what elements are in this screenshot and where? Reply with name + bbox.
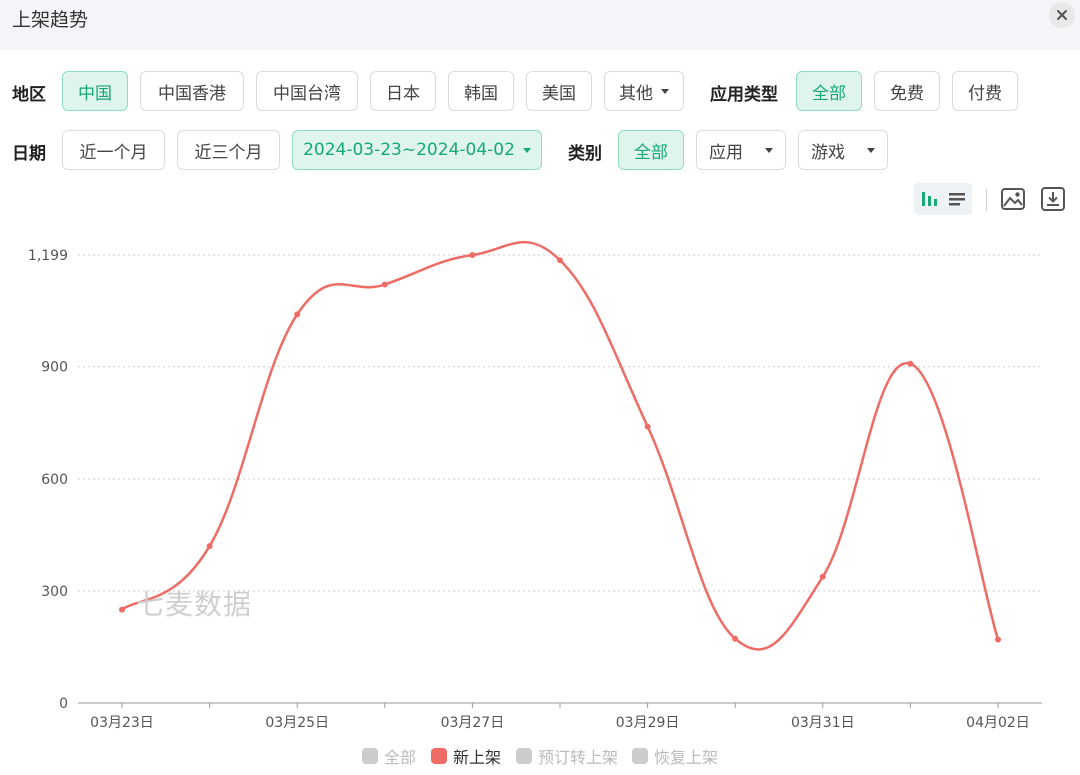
date-option-last-month[interactable]: 近一个月 — [62, 130, 165, 170]
data-point — [206, 543, 213, 550]
dialog-header: 上架趋势 — [0, 0, 1080, 50]
y-tick-label: 0 — [59, 696, 68, 712]
data-point — [995, 636, 1001, 643]
legend-swatch — [431, 748, 447, 764]
close-button[interactable] — [1049, 2, 1075, 28]
y-tick-label: 600 — [41, 472, 68, 488]
chart-toolbar — [0, 183, 1080, 217]
region-option-hongkong[interactable]: 中国香港 — [140, 71, 244, 111]
legend-item-preorder-to-listing[interactable]: 预订转上架 — [516, 744, 618, 768]
dialog-title: 上架趋势 — [12, 9, 89, 31]
region-option-korea[interactable]: 韩国 — [448, 71, 514, 111]
filter-row-date: 日期 近一个月 近三个月 2024-03-23~2024-04-02 类别 全部… — [0, 130, 1080, 170]
app-type-label: 应用类型 — [710, 85, 778, 105]
legend-label: 恢复上架 — [654, 748, 719, 767]
bar-chart-icon — [922, 192, 937, 206]
app-type-option-paid[interactable]: 付费 — [952, 71, 1018, 111]
legend-swatch — [516, 748, 532, 764]
region-option-taiwan[interactable]: 中国台湾 — [256, 71, 358, 111]
data-point — [381, 281, 388, 288]
date-option-last-three-months[interactable]: 近三个月 — [177, 130, 280, 170]
watermark: 七麦数据 — [136, 588, 253, 621]
legend-swatch — [632, 748, 648, 764]
app-type-option-free[interactable]: 免费 — [874, 71, 940, 111]
toolbar-divider — [986, 189, 987, 211]
category-apps-label: 应用 — [709, 142, 743, 163]
chevron-down-icon — [661, 88, 669, 94]
download-button[interactable] — [1040, 186, 1066, 212]
legend-label: 预订转上架 — [538, 748, 619, 767]
app-type-option-all[interactable]: 全部 — [796, 71, 862, 111]
data-point — [732, 635, 739, 642]
x-tick-label: 03月31日 — [791, 715, 855, 731]
download-icon — [1041, 187, 1065, 211]
region-other-label: 其他 — [619, 83, 653, 104]
date-label: 日期 — [12, 144, 46, 164]
region-label: 地区 — [12, 85, 46, 105]
x-tick-label: 03月29日 — [616, 715, 680, 731]
legend-label: 全部 — [384, 748, 417, 767]
chevron-down-icon — [522, 147, 531, 153]
region-option-china[interactable]: 中国 — [62, 71, 128, 111]
list-icon — [949, 193, 965, 206]
data-point — [119, 606, 125, 613]
region-option-usa[interactable]: 美国 — [526, 71, 592, 111]
category-option-all[interactable]: 全部 — [618, 130, 684, 170]
data-point — [557, 257, 563, 264]
category-label: 类别 — [568, 144, 602, 164]
line-chart-svg: 0 300 600 900 1,199 03月23日 03月25日 03月27日 03月29日 0… — [28, 241, 1042, 731]
data-point — [294, 311, 301, 318]
category-option-apps-dropdown[interactable]: 应用 — [696, 130, 786, 170]
chevron-down-icon — [765, 147, 773, 153]
legend-item-new-listing[interactable]: 新上架 — [431, 744, 501, 768]
x-tick-label: 03月27日 — [441, 715, 505, 731]
save-image-button[interactable] — [1000, 186, 1026, 212]
date-range-picker[interactable]: 2024-03-23~2024-04-02 — [292, 130, 542, 170]
legend-item-all[interactable]: 全部 — [362, 744, 416, 768]
y-tick-label: 300 — [41, 584, 68, 600]
list-view-button[interactable] — [944, 186, 970, 212]
filter-row-region: 地区 中国 中国香港 中国台湾 日本 韩国 美国 其他 应用类型 全部 免费 付… — [0, 71, 1080, 111]
category-games-label: 游戏 — [811, 142, 845, 163]
legend-label: 新上架 — [453, 748, 502, 767]
data-point — [469, 252, 476, 258]
y-tick-label: 900 — [41, 360, 68, 376]
view-toggle — [914, 183, 972, 215]
chart-legend: 全部 新上架 预订转上架 恢复上架 — [0, 742, 1080, 768]
legend-item-restored-listing[interactable]: 恢复上架 — [632, 744, 718, 768]
category-option-games-dropdown[interactable]: 游戏 — [798, 130, 888, 170]
trend-chart: 0 300 600 900 1,199 03月23日 03月25日 03月27日 03月29日 0… — [0, 225, 1080, 735]
y-tick-label: 1,199 — [28, 248, 68, 264]
date-range-value: 2024-03-23~2024-04-02 — [303, 140, 515, 160]
legend-swatch — [362, 748, 378, 764]
data-point — [819, 573, 826, 580]
data-point — [644, 423, 651, 430]
x-tick-label: 03月23日 — [90, 715, 154, 731]
data-point — [907, 360, 914, 367]
x-tick-label: 04月02日 — [966, 715, 1030, 731]
region-option-other-dropdown[interactable]: 其他 — [604, 71, 684, 111]
region-option-japan[interactable]: 日本 — [370, 71, 436, 111]
close-icon — [1057, 10, 1067, 20]
series-line — [121, 241, 1000, 651]
chart-view-button[interactable] — [916, 186, 942, 212]
x-tick-label: 03月25日 — [265, 715, 329, 731]
image-icon — [1001, 188, 1025, 210]
chevron-down-icon — [867, 147, 875, 153]
